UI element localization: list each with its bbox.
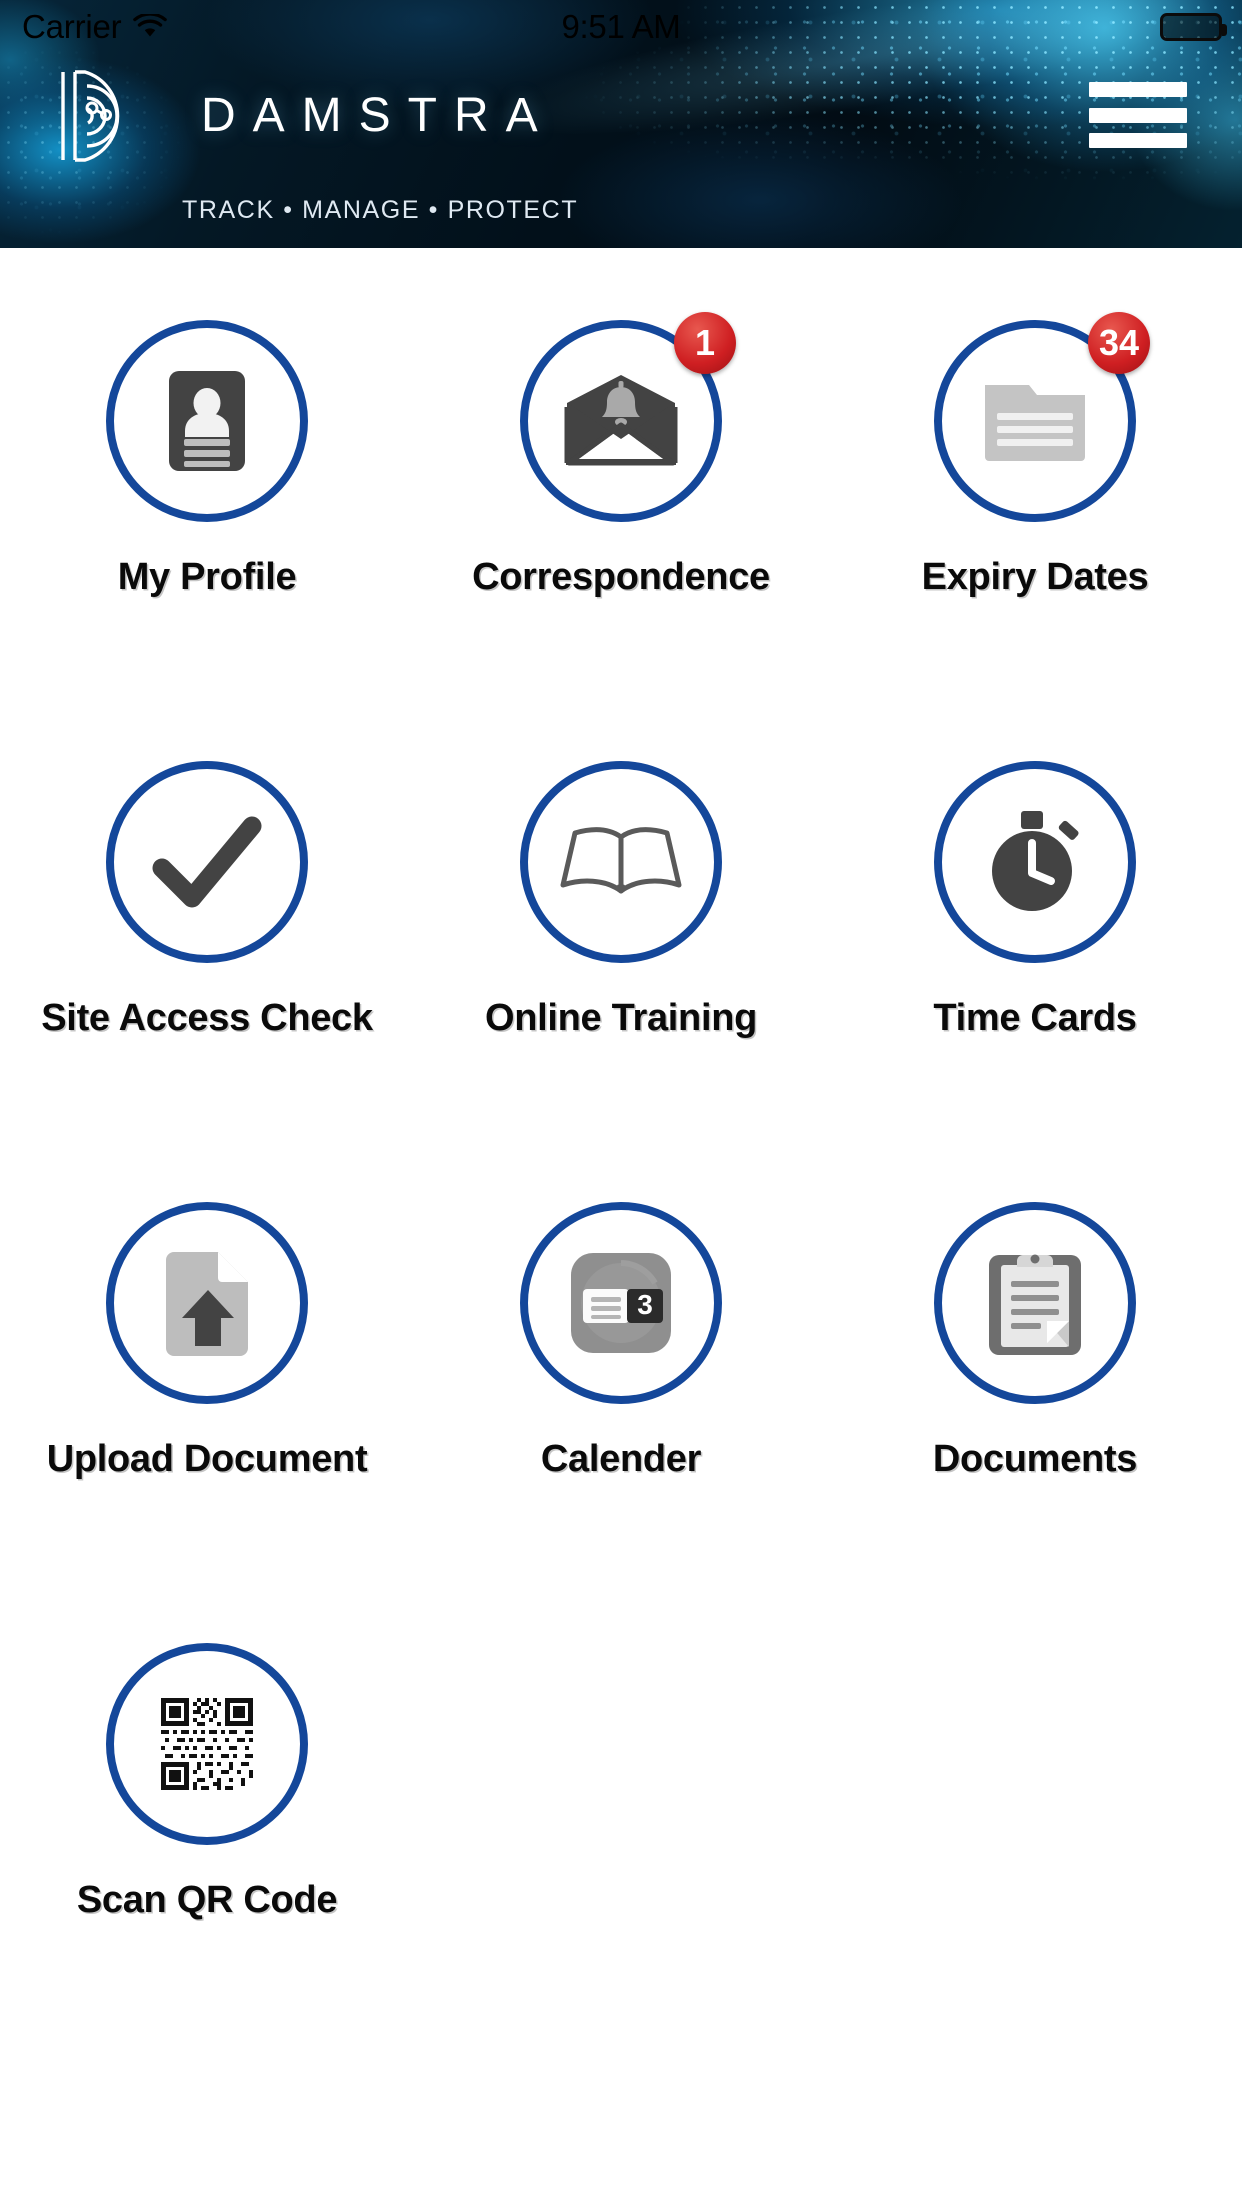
icon-ring [934,761,1136,963]
grid-empty-cell [414,1643,828,2084]
hamburger-menu-icon[interactable] [1089,82,1187,148]
menu-tile-upload-document[interactable]: Upload Document [0,1202,414,1643]
menu-tile-label: Correspondence [472,556,770,598]
icon-container [106,1643,308,1845]
icon-container [106,761,308,963]
brand-name: DAMSTRA [201,89,555,142]
battery-icon [1160,13,1227,41]
status-bar-time: 9:51 AM [561,8,681,45]
brand-tagline: TRACK • MANAGE • PROTECT [182,196,579,224]
menu-tile-my-profile[interactable]: My Profile [0,320,414,761]
hamburger-bar-2 [1089,107,1187,123]
menu-tile-label: Upload Document [46,1438,368,1480]
menu-tile-online-training[interactable]: Online Training [414,761,828,1202]
icon-ring: 3 [520,1202,722,1404]
id-card-icon [167,369,247,473]
menu-tile-documents[interactable]: Documents [828,1202,1242,1643]
icon-container: 3 [520,1202,722,1404]
notification-badge: 1 [674,312,736,374]
icon-upload-ring [106,1202,308,1404]
grid-empty-cell [828,1643,1242,2084]
checkmark-icon [152,814,262,910]
notification-badge: 34 [1088,312,1150,374]
icon-container [106,1202,308,1404]
menu-tile-label: Online Training [484,997,758,1039]
icon-ring [106,1643,308,1845]
qr-code-icon [157,1694,257,1794]
icon-ring [934,1202,1136,1404]
open-book-icon [559,825,683,899]
menu-tile-label: Time Cards [933,997,1137,1039]
document-upload-icon [164,1250,250,1356]
menu-tile-calender[interactable]: 3 Calender [414,1202,828,1643]
menu-tile-label: My Profile [117,556,297,598]
menu-tile-scan-qr-code[interactable]: Scan QR Code [0,1643,414,2084]
stopwatch-icon [983,809,1087,915]
hamburger-bar-3 [1089,133,1187,148]
menu-tile-site-access-check[interactable]: Site Access Check [0,761,414,1202]
envelope-bell-icon [563,373,679,469]
menu-tile-label: Scan QR Code [76,1879,338,1921]
app-header: Carrier 9:51 AM DAMSTRA TRACK • MANAGE •… [0,0,1242,248]
icon-container: 1 [520,312,736,522]
documents-stack-icon [981,379,1089,463]
icon-ring [520,761,722,963]
clipboard-icon [987,1249,1083,1357]
icon-container [106,320,308,522]
status-bar: Carrier 9:51 AM [0,0,1242,54]
menu-tile-label: Calender [540,1438,702,1480]
icon-container: 34 [934,312,1150,522]
menu-tile-label: Site Access Check [41,997,373,1039]
main-menu-grid: My Profile 1 Correspondence 34 Expiry Da… [0,248,1242,2084]
hamburger-bar-1 [1089,82,1187,97]
icon-ring [106,761,308,963]
icon-container [934,1202,1136,1404]
brand-lockup: DAMSTRA [55,68,555,164]
calendar-day-number: 3 [637,1289,653,1320]
menu-tile-label: Expiry Dates [921,556,1149,598]
menu-tile-time-cards[interactable]: Time Cards [828,761,1242,1202]
menu-tile-expiry-dates[interactable]: 34 Expiry Dates [828,312,1242,761]
calendar-icon: 3 [569,1251,673,1355]
damstra-d-logo-icon [55,68,137,164]
menu-tile-correspondence[interactable]: 1 Correspondence [414,312,828,761]
menu-tile-label: Documents [932,1438,1138,1480]
icon-ring [106,320,308,522]
icon-container [520,761,722,963]
icon-container [934,761,1136,963]
